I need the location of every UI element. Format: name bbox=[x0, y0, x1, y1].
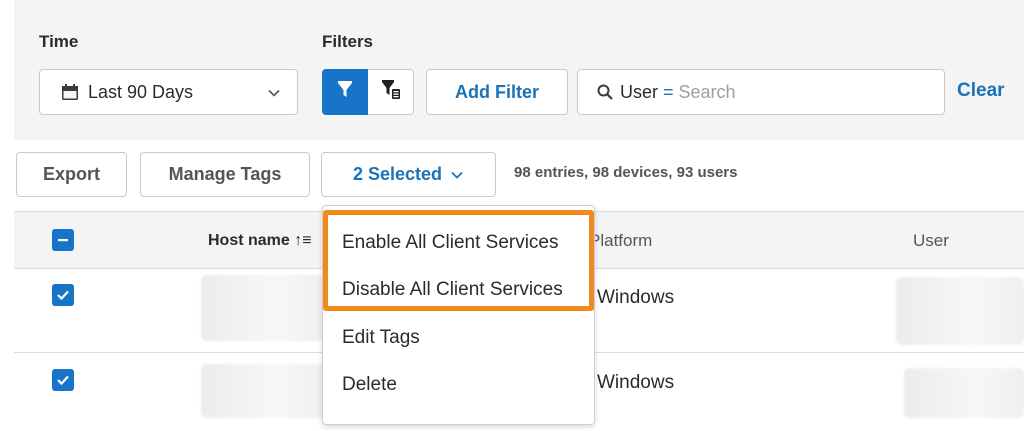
search-field-name: User bbox=[620, 81, 659, 102]
filters-label: Filters bbox=[322, 32, 374, 51]
platform-cell: Windows bbox=[597, 287, 675, 308]
redacted-user bbox=[904, 368, 1024, 418]
magnifier-icon bbox=[597, 84, 613, 100]
redacted-hostname bbox=[201, 364, 326, 418]
time-label: Time bbox=[39, 32, 79, 51]
host-name-label: Host name bbox=[208, 232, 290, 249]
sort-ascending-icon: ↑≡ bbox=[294, 232, 312, 249]
user-header[interactable]: User bbox=[913, 231, 949, 251]
clear-link[interactable]: Clear bbox=[957, 80, 1005, 102]
highlight-box bbox=[323, 210, 594, 311]
selected-actions-button[interactable]: 2 Selected bbox=[321, 152, 496, 197]
checkbox-checked-icon[interactable] bbox=[52, 369, 74, 391]
add-filter-button[interactable]: Add Filter bbox=[426, 69, 568, 115]
menu-item-edit-tags[interactable]: Edit Tags bbox=[342, 327, 420, 349]
redacted-user bbox=[896, 277, 1024, 345]
search-input[interactable]: User = Search bbox=[577, 69, 945, 115]
platform-header[interactable]: Platform bbox=[589, 231, 652, 251]
time-range-value: Last 90 Days bbox=[88, 81, 194, 102]
calendar-icon bbox=[61, 83, 79, 101]
selected-count-label: 2 Selected bbox=[352, 164, 443, 184]
menu-item-delete[interactable]: Delete bbox=[342, 374, 397, 396]
chevron-down-icon bbox=[267, 84, 281, 105]
time-range-select[interactable]: Last 90 Days bbox=[39, 69, 298, 115]
redacted-hostname bbox=[201, 275, 326, 341]
search-operator: = bbox=[663, 81, 674, 102]
checkbox-checked-icon[interactable] bbox=[52, 284, 74, 306]
entries-summary: 98 entries, 98 devices, 93 users bbox=[514, 164, 738, 181]
checkbox-indeterminate-icon[interactable] bbox=[52, 229, 74, 251]
funnel-list-icon bbox=[381, 79, 401, 105]
filter-list-button[interactable] bbox=[368, 69, 414, 115]
host-name-header[interactable]: Host name ↑≡ bbox=[208, 232, 312, 250]
manage-tags-button[interactable]: Manage Tags bbox=[140, 152, 310, 197]
platform-cell: Windows bbox=[597, 372, 675, 393]
chevron-down-icon bbox=[450, 168, 464, 182]
export-button[interactable]: Export bbox=[16, 152, 127, 197]
funnel-icon bbox=[337, 80, 353, 104]
filter-toggle-button[interactable] bbox=[322, 69, 368, 115]
search-placeholder: Search bbox=[678, 81, 736, 102]
